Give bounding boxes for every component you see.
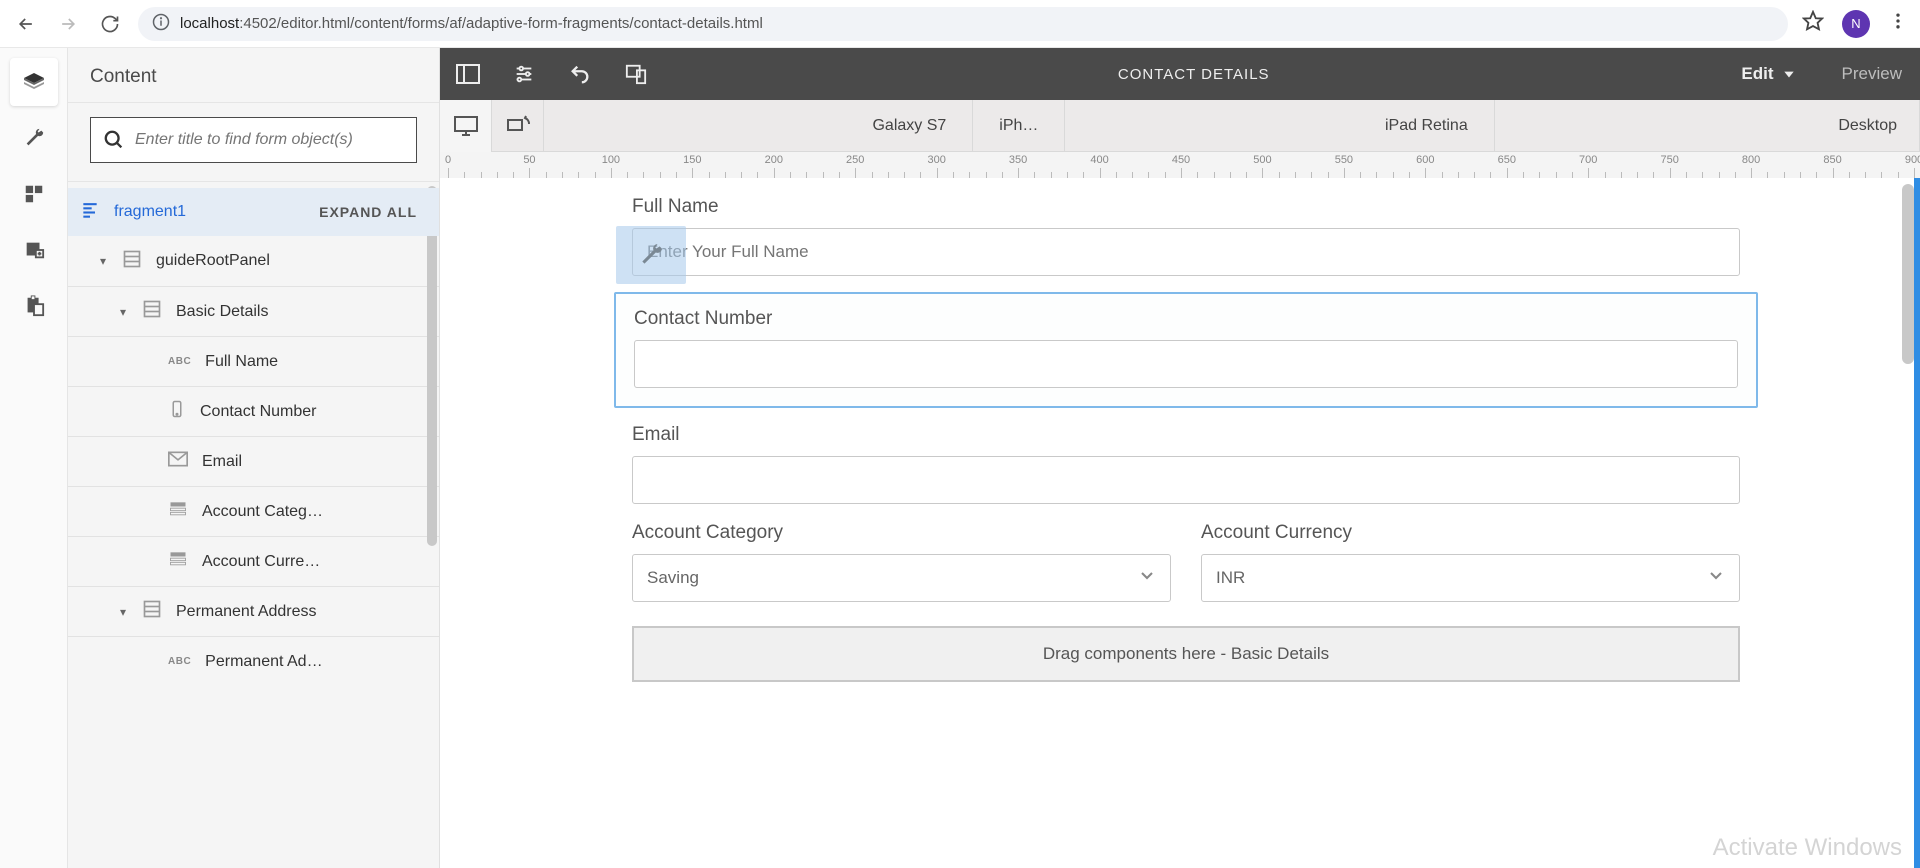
tree-label: Contact Number <box>200 403 317 421</box>
tree-label: Full Name <box>205 353 278 371</box>
url-text: localhost:4502/editor.html/content/forms… <box>180 15 763 32</box>
chevron-down-icon <box>1782 67 1796 81</box>
tree-account-category[interactable]: Account Categ… <box>68 486 439 536</box>
full-name-input[interactable] <box>632 228 1740 276</box>
text-field-icon: ABC <box>168 356 191 367</box>
field-contact-number-selected[interactable]: Contact Number <box>614 292 1758 408</box>
rail-add-icon[interactable] <box>10 226 58 274</box>
sidebar-title: Content <box>68 48 439 103</box>
site-info-icon[interactable] <box>152 13 170 35</box>
tree-scrollbar[interactable] <box>427 186 437 546</box>
search-box[interactable] <box>90 117 417 163</box>
field-email[interactable]: Email <box>632 424 1740 504</box>
star-icon[interactable] <box>1802 10 1824 37</box>
chevron-down-icon[interactable]: ▾ <box>94 254 112 268</box>
tree-label: Basic Details <box>176 303 268 321</box>
forward-button[interactable] <box>54 10 82 38</box>
tree-label: Permanent Address <box>176 603 317 621</box>
phone-icon <box>168 400 186 423</box>
search-icon <box>103 129 125 151</box>
field-account-currency[interactable]: Account Currency <box>1201 522 1740 602</box>
tree-fragment-root[interactable]: fragment1 EXPAND ALL <box>68 188 439 236</box>
mode-preview[interactable]: Preview <box>1824 48 1920 100</box>
kebab-menu-icon[interactable] <box>1888 11 1908 36</box>
rail-assets-icon[interactable] <box>10 170 58 218</box>
tree-full-name[interactable]: ABC Full Name <box>68 336 439 386</box>
component-config-overlay[interactable] <box>616 226 686 284</box>
dropdown-icon <box>168 499 188 524</box>
editor-toolbar: CONTACT DETAILS Edit Preview <box>440 48 1920 100</box>
profile-avatar[interactable]: N <box>1842 10 1870 38</box>
field-account-category[interactable]: Account Category <box>632 522 1171 602</box>
email-icon <box>168 451 188 472</box>
device-iphone[interactable]: iPh… <box>973 100 1065 151</box>
search-input[interactable] <box>135 131 404 149</box>
emulator-icon[interactable] <box>608 48 664 100</box>
tree-guide-root[interactable]: ▾ guideRootPanel <box>68 236 439 286</box>
rail-paste-icon[interactable] <box>10 282 58 330</box>
expand-all-button[interactable]: EXPAND ALL <box>319 204 417 220</box>
editor-main: CONTACT DETAILS Edit Preview Galaxy S7 i… <box>440 48 1920 868</box>
contact-number-label: Contact Number <box>634 308 1738 330</box>
toggle-side-panel-icon[interactable] <box>440 48 496 100</box>
email-label: Email <box>632 424 1740 446</box>
fragment-icon <box>80 200 100 225</box>
reload-button[interactable] <box>96 10 124 38</box>
tree-account-currency[interactable]: Account Curre… <box>68 536 439 586</box>
sidebar: Content fragment1 EXPAND ALL ▾ gu <box>68 48 440 868</box>
fragment-label: fragment1 <box>114 203 186 221</box>
account-category-label: Account Category <box>632 522 1171 544</box>
rail-content-icon[interactable] <box>10 58 58 106</box>
dropdown-icon <box>168 549 188 574</box>
field-full-name[interactable]: Full Name <box>632 196 1740 276</box>
text-field-icon: ABC <box>168 656 191 667</box>
tree-label: Account Categ… <box>202 503 323 521</box>
ruler: 0501001502002503003504004505005506006507… <box>440 152 1920 178</box>
left-rail <box>0 48 68 868</box>
mode-edit-dropdown[interactable]: Edit <box>1723 48 1823 100</box>
device-ipad[interactable]: iPad Retina <box>1065 100 1494 151</box>
tree-label: Permanent Ad… <box>205 653 322 671</box>
dropzone-basic-details[interactable]: Drag components here - Basic Details <box>632 626 1740 682</box>
panel-icon <box>142 599 162 624</box>
sliders-icon[interactable] <box>496 48 552 100</box>
tree-contact-number[interactable]: Contact Number <box>68 386 439 436</box>
windows-watermark: Activate Windows <box>1713 834 1902 862</box>
desktop-device-icon[interactable] <box>440 100 492 152</box>
email-input[interactable] <box>632 456 1740 504</box>
tree-email[interactable]: Email <box>68 436 439 486</box>
chevron-down-icon[interactable]: ▾ <box>114 305 132 319</box>
browser-bar: localhost:4502/editor.html/content/forms… <box>0 0 1920 48</box>
canvas-scrollbar[interactable] <box>1902 184 1914 364</box>
account-currency-select[interactable] <box>1201 554 1740 602</box>
panel-icon <box>142 299 162 324</box>
tree-permanent-ad[interactable]: ABC Permanent Ad… <box>68 636 439 686</box>
device-bar: Galaxy S7 iPh… iPad Retina Desktop <box>440 100 1920 152</box>
mode-edit-label: Edit <box>1741 64 1773 84</box>
rail-wrench-icon[interactable] <box>10 114 58 162</box>
back-button[interactable] <box>12 10 40 38</box>
device-desktop[interactable]: Desktop <box>1495 100 1920 151</box>
panel-icon <box>122 249 142 274</box>
chevron-down-icon[interactable]: ▾ <box>114 605 132 619</box>
tree-basic-details[interactable]: ▾ Basic Details <box>68 286 439 336</box>
tree-label: Email <box>202 453 242 471</box>
account-category-select[interactable] <box>632 554 1171 602</box>
url-bar[interactable]: localhost:4502/editor.html/content/forms… <box>138 7 1788 41</box>
form-canvas: ▲ Full Name Contact Number Email <box>440 178 1920 868</box>
content-tree: fragment1 EXPAND ALL ▾ guideRootPanel ▾ … <box>68 182 439 868</box>
tree-permanent-address[interactable]: ▾ Permanent Address <box>68 586 439 636</box>
rotate-device-icon[interactable] <box>492 100 544 152</box>
page-title: CONTACT DETAILS <box>664 66 1723 83</box>
contact-number-input[interactable] <box>634 340 1738 388</box>
account-currency-label: Account Currency <box>1201 522 1740 544</box>
device-galaxy[interactable]: Galaxy S7 <box>544 100 973 151</box>
full-name-label: Full Name <box>632 196 1740 218</box>
canvas-right-guide <box>1914 178 1920 868</box>
tree-label: guideRootPanel <box>156 252 270 270</box>
tree-label: Account Curre… <box>202 553 320 571</box>
undo-icon[interactable] <box>552 48 608 100</box>
